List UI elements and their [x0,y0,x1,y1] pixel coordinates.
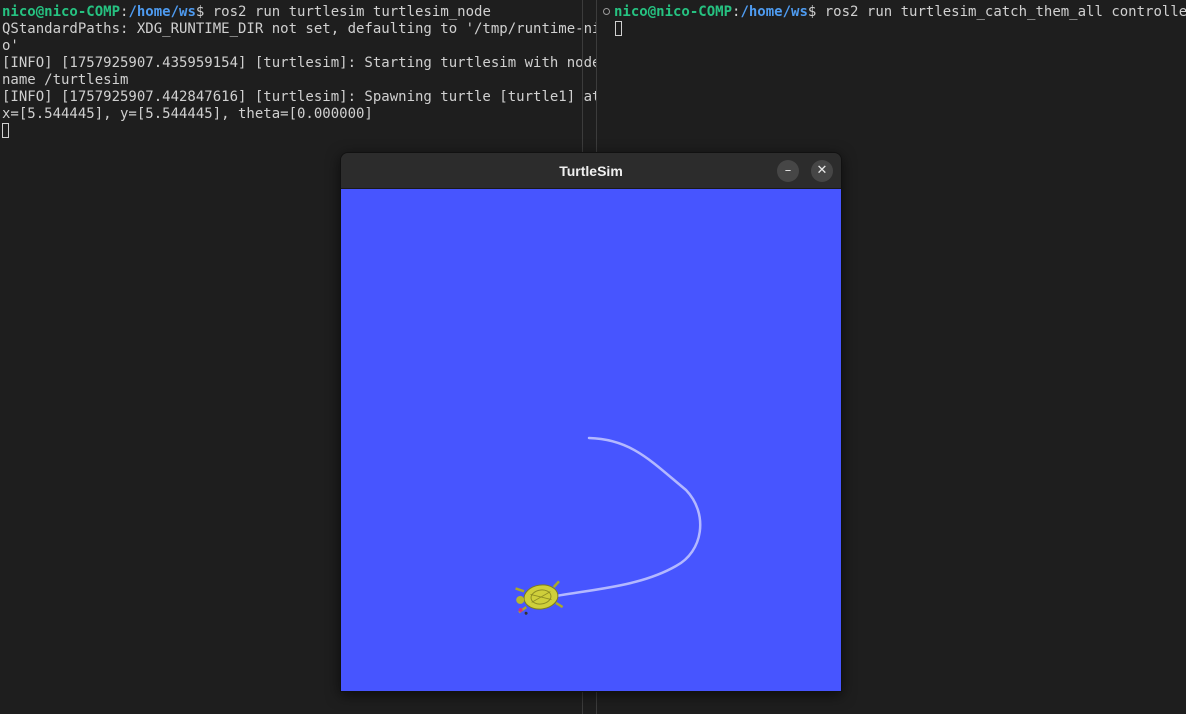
window-titlebar[interactable]: TurtleSim – ✕ [341,153,841,189]
right-command: ros2 run turtlesim_catch_them_all contro… [824,4,1186,20]
output-line: [INFO] [1757925907.442847616] [turtlesim… [2,89,601,105]
prompt-user: nico@nico-COMP [614,4,733,20]
output-line: o' [2,38,19,54]
window-title: TurtleSim [559,163,623,179]
left-terminal-cursor [2,123,9,138]
minimize-icon: – [784,163,792,178]
prompt-dollar: $ [807,4,825,20]
running-indicator-icon [603,8,610,15]
left-prompt-line: nico@nico-COMP:/home/ws$ ros2 run turtle… [2,4,582,21]
turtlesim-window[interactable]: TurtleSim – ✕ [340,152,842,692]
output-line: QStandardPaths: XDG_RUNTIME_DIR not set,… [2,21,609,37]
prompt-path: /home/ws [128,4,196,20]
output-line: [INFO] [1757925907.435959154] [turtlesim… [2,55,601,71]
prompt-dollar: $ [195,4,213,20]
output-line: name /turtlesim [2,72,129,88]
prompt-path: /home/ws [740,4,808,20]
turtlesim-canvas [341,189,841,691]
close-button[interactable]: ✕ [811,160,833,182]
right-terminal-cursor [615,21,622,36]
canvas-background [341,189,841,691]
right-prompt-line: nico@nico-COMP:/home/ws$ ros2 run turtle… [603,4,1186,21]
prompt-user: nico@nico-COMP [2,4,121,20]
minimize-button[interactable]: – [777,160,799,182]
close-icon: ✕ [816,163,828,178]
output-line: x=[5.544445], y=[5.544445], theta=[0.000… [2,106,373,122]
left-command: ros2 run turtlesim turtlesim_node [212,4,491,20]
